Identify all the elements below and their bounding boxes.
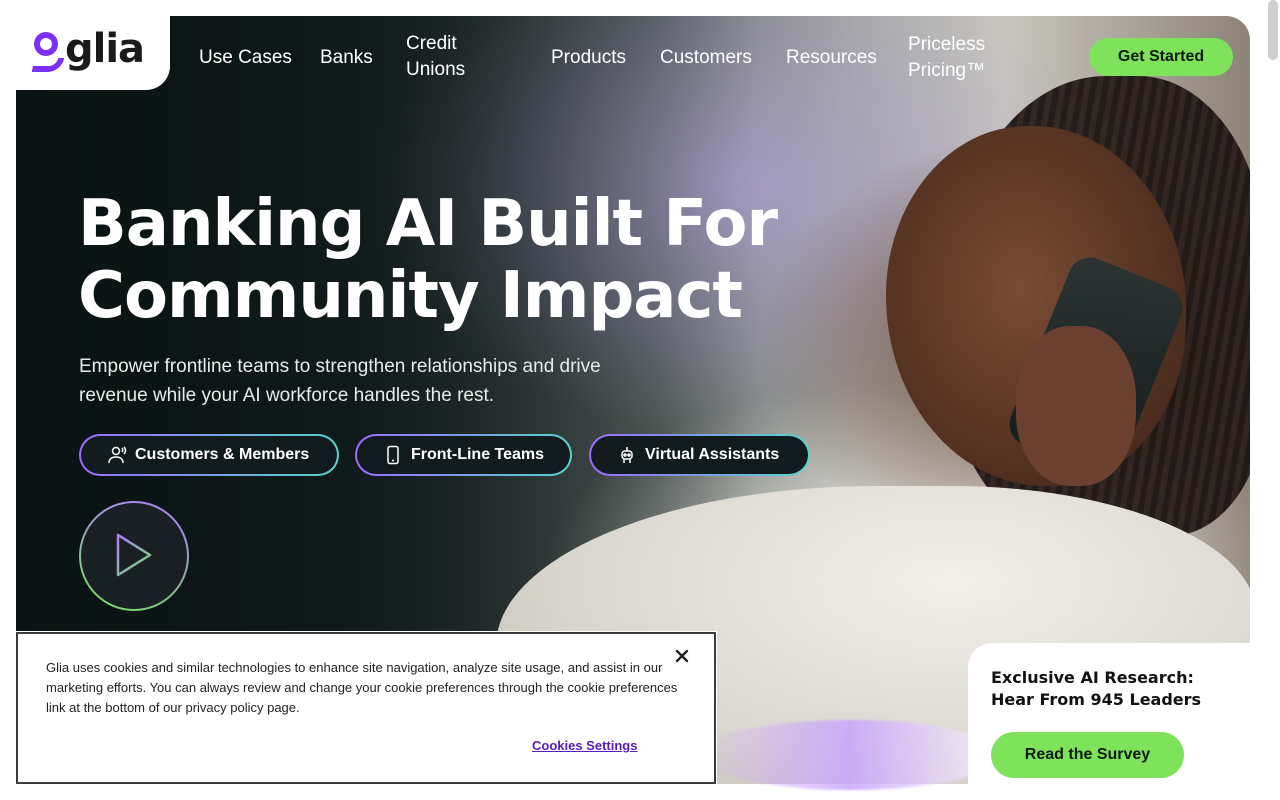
nav-priceless-line2: Pricing™ (908, 60, 986, 81)
virtual-assistants-button[interactable]: Virtual Assistants (589, 434, 810, 476)
people-icon (107, 445, 127, 465)
nav-customers[interactable]: Customers (660, 45, 752, 71)
hero-subhead: Empower frontline teams to strengthen re… (79, 356, 601, 406)
hero-headline-line2: Community Impact (78, 259, 743, 333)
nav-products[interactable]: Products (551, 45, 626, 71)
nav-priceless-line1: Priceless (908, 34, 986, 55)
close-icon[interactable] (672, 646, 692, 666)
promo-title-line2: Hear From 945 Leaders (991, 690, 1202, 709)
nav-banks[interactable]: Banks (320, 45, 373, 71)
get-started-button[interactable]: Get Started (1089, 38, 1233, 76)
cookies-settings-link[interactable]: Cookies Settings (532, 738, 637, 753)
hero-photo-hand (1016, 326, 1136, 486)
hero-headline-line1: Banking AI Built For (78, 187, 778, 261)
read-survey-button[interactable]: Read the Survey (991, 732, 1184, 778)
research-promo-card: Exclusive AI Research: Hear From 945 Lea… (968, 643, 1280, 800)
virtual-assistants-label: Virtual Assistants (645, 446, 780, 463)
front-line-teams-button[interactable]: Front-Line Teams (355, 434, 572, 476)
decorative-wave (700, 720, 1000, 790)
promo-title: Exclusive AI Research: Hear From 945 Lea… (991, 667, 1221, 711)
promo-title-line1: Exclusive AI Research: (991, 668, 1194, 687)
nav-credit-unions[interactable]: Credit Unions (406, 31, 465, 83)
nav-credit-unions-line2: Unions (406, 59, 466, 80)
hero-headline: Banking AI Built For Community Impact (78, 188, 778, 332)
play-video-button[interactable] (79, 501, 189, 611)
play-icon (114, 532, 154, 581)
cookie-banner-text: Glia uses cookies and similar technologi… (46, 660, 678, 715)
main-navigation: Use Cases Banks Credit Unions Products C… (0, 0, 1280, 100)
nav-priceless-pricing[interactable]: Priceless Pricing™ (908, 32, 985, 84)
robot-icon (617, 445, 637, 465)
page-scrollbar[interactable] (1268, 0, 1278, 60)
phone-icon (383, 445, 403, 465)
customers-members-button[interactable]: Customers & Members (79, 434, 339, 476)
cookie-banner: Glia uses cookies and similar technologi… (16, 632, 716, 784)
nav-credit-unions-line1: Credit (406, 33, 457, 54)
front-line-teams-label: Front-Line Teams (411, 446, 545, 463)
nav-resources[interactable]: Resources (786, 45, 877, 71)
nav-use-cases[interactable]: Use Cases (199, 45, 292, 71)
customers-members-label: Customers & Members (135, 446, 310, 463)
